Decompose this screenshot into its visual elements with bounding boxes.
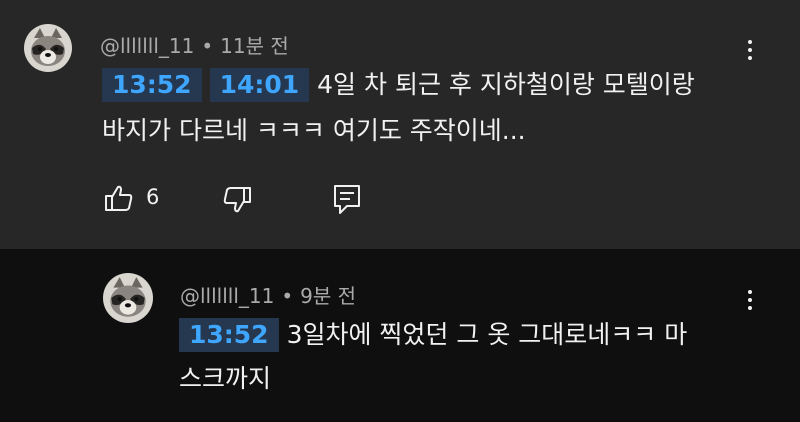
reply-text-line1: 13:52 3일차에 찍었던 그 옷 그대로네ㅋㅋ 마 <box>179 318 687 352</box>
reply-text: 3일차에 찍었던 그 옷 그대로네ㅋㅋ 마 <box>286 320 688 349</box>
reply-button[interactable] <box>332 183 362 219</box>
meta-separator: • <box>201 34 214 58</box>
comment-meta: @lllllll_11 • 11분 전 <box>100 30 289 59</box>
meta-separator: • <box>281 284 294 308</box>
like-button[interactable] <box>104 183 134 217</box>
timestamp-link[interactable]: 14:01 <box>209 68 310 102</box>
comment-time[interactable]: 11분 전 <box>220 34 289 58</box>
comment-username[interactable]: @lllllll_11 <box>100 34 194 58</box>
reply-icon <box>334 185 360 214</box>
raccoon-avatar-icon <box>24 24 72 72</box>
comment-text: 4일 차 퇴근 후 지하철이랑 모텔이랑 <box>317 70 695 99</box>
comment-text: 바지가 다르네 ㅋㅋㅋ 여기도 주작이네... <box>102 116 526 145</box>
reply-more-button[interactable] <box>747 290 753 314</box>
thumbs-up-icon <box>105 185 133 211</box>
kebab-menu-icon <box>748 40 752 44</box>
comment-more-button[interactable] <box>747 40 753 64</box>
reply-text: 스크까지 <box>179 364 272 393</box>
reply-text-line2: 스크까지 <box>179 362 271 396</box>
timestamp-link[interactable]: 13:52 <box>179 318 279 352</box>
comment-text-line1: 13:52 14:01 4일 차 퇴근 후 지하철이랑 모텔이랑 <box>102 68 695 102</box>
reply-username[interactable]: @lllllll_11 <box>180 284 274 308</box>
reply-meta: @lllllll_11 • 9분 전 <box>180 280 356 309</box>
timestamp-link[interactable]: 13:52 <box>102 68 202 102</box>
thumbs-down-icon <box>223 187 251 213</box>
like-count: 6 <box>146 185 160 209</box>
reply-time[interactable]: 9분 전 <box>300 284 356 308</box>
comment-avatar[interactable] <box>24 24 72 72</box>
reply-avatar[interactable] <box>103 273 153 323</box>
dislike-button[interactable] <box>222 185 252 219</box>
raccoon-avatar-icon <box>103 273 153 323</box>
kebab-menu-icon <box>748 290 752 294</box>
comment-text-line2: 바지가 다르네 ㅋㅋㅋ 여기도 주작이네... <box>102 114 526 148</box>
